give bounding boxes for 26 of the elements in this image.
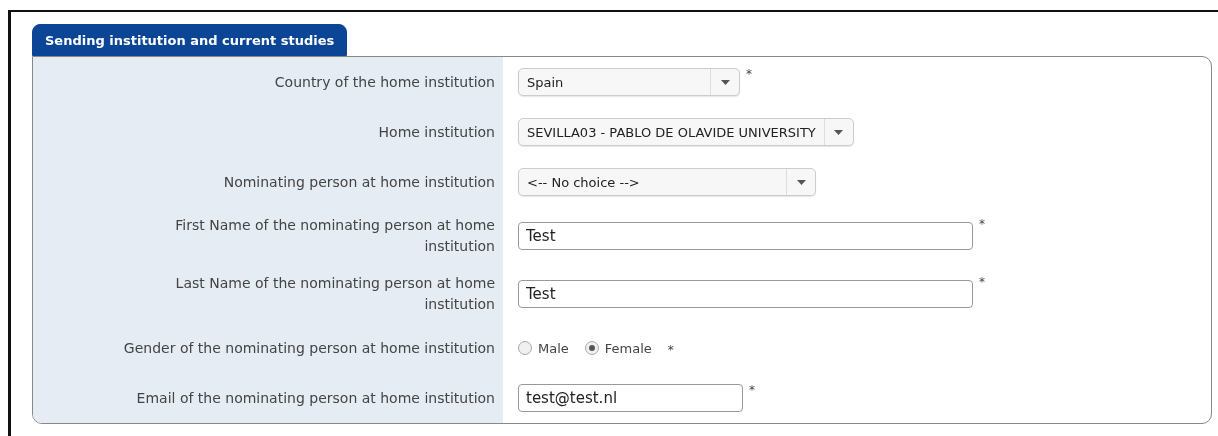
required-mark: * [667,343,674,357]
radio-option[interactable]: Female [584,340,652,356]
dropdown[interactable]: SEVILLA03 - PABLO DE OLAVIDE UNIVERSITY [518,118,854,146]
input-field[interactable]: Test [518,222,973,250]
field-label: Gender of the nominating person at home institution [33,323,503,373]
caret-icon [834,129,844,135]
caret-icon [720,79,730,85]
radio-button[interactable] [584,341,599,355]
radio-button[interactable] [518,341,532,355]
required-mark: * [746,67,752,81]
required-mark: * [749,383,755,397]
input-field[interactable]: test@test.nl [518,384,743,412]
input-field[interactable]: Test [518,280,973,308]
field-label: Country of the home institution [33,57,503,107]
dropdown[interactable]: Spain [518,68,740,96]
field-label: First Name of the nominating person at home institution [33,207,503,265]
field-label: Email of the nominating person at home institution [33,373,503,423]
dropdown[interactable]: <-- No choice --> [518,168,816,196]
tab[interactable]: Sending institution and current studies [32,24,348,56]
required-mark: * [979,217,985,231]
radio-option[interactable]: Male [518,340,569,356]
field-label: Last Name of the nominating person at home institution [33,265,503,323]
caret-icon [796,179,806,185]
field-label: Nominating person at home institution [33,157,503,207]
field-label: Home institution [33,107,503,157]
required-mark: * [979,275,985,289]
